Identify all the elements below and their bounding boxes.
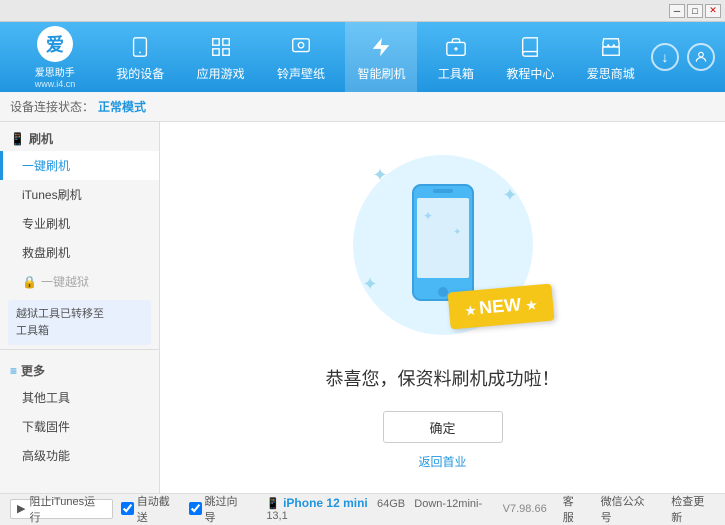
device-name: iPhone 12 mini bbox=[283, 496, 368, 510]
tools-icon bbox=[442, 33, 470, 61]
nav-item-ringtone[interactable]: 铃声壁纸 bbox=[265, 22, 337, 92]
svg-text:✦: ✦ bbox=[453, 227, 461, 238]
download-button[interactable]: ↓ bbox=[651, 43, 679, 71]
sidebar-item-one-click-flash[interactable]: 一键刷机 bbox=[0, 151, 159, 180]
music-icon bbox=[287, 33, 315, 61]
sparkle-3: ✦ bbox=[363, 274, 378, 295]
minimize-button[interactable]: ─ bbox=[669, 4, 685, 18]
auto-send-checkbox[interactable]: 自动截送 bbox=[121, 493, 181, 525]
version-text: V7.98.66 bbox=[503, 503, 547, 515]
customer-service-link[interactable]: 客服 bbox=[563, 493, 585, 525]
sidebar-item-itunes-flash[interactable]: iTunes刷机 bbox=[0, 180, 159, 209]
success-message: 恭喜您，保资料刷机成功啦！ bbox=[326, 365, 560, 391]
device-storage-val: 64GB bbox=[377, 498, 405, 510]
itunes-button[interactable]: ▶ 阻止iTunes运行 bbox=[10, 499, 113, 519]
top-nav: 爱 爱思助手 www.i4.cn 我的设备 应用游戏 铃声壁纸 bbox=[0, 22, 725, 92]
lock-icon: 🔒 bbox=[22, 275, 37, 289]
skip-wizard-input[interactable] bbox=[189, 502, 202, 515]
skip-wizard-checkbox[interactable]: 跳过向导 bbox=[189, 493, 249, 525]
new-badge: NEW bbox=[447, 284, 554, 330]
close-button[interactable]: ✕ bbox=[705, 4, 721, 18]
sidebar-item-download-firmware[interactable]: 下载固件 bbox=[0, 412, 159, 441]
nav-items: 我的设备 应用游戏 铃声壁纸 智能刷机 工具箱 bbox=[100, 22, 651, 92]
grid-icon bbox=[207, 33, 235, 61]
user-button[interactable] bbox=[687, 43, 715, 71]
sidebar-notice: 越狱工具已转移至工具箱 bbox=[8, 300, 151, 345]
status-value: 正常模式 bbox=[98, 98, 146, 115]
device-info: 📱 iPhone 12 mini 64GB Down-12mini-13,1 bbox=[266, 496, 502, 522]
bottom-right: V7.98.66 客服 微信公众号 检查更新 bbox=[503, 493, 715, 525]
nav-item-store[interactable]: 爱思商城 bbox=[575, 22, 647, 92]
content-area: ✦ ✦ ✦ ✦ ✦ NEW 恭喜您，保资料刷机成功啦！ 确定 返回首业 bbox=[160, 122, 725, 493]
phone-icon bbox=[126, 33, 154, 61]
flash-icon bbox=[367, 33, 395, 61]
sparkle-2: ✦ bbox=[502, 185, 517, 206]
title-bar: ─ □ ✕ bbox=[0, 0, 725, 22]
status-label: 设备连接状态： bbox=[10, 98, 94, 115]
maximize-button[interactable]: □ bbox=[687, 4, 703, 18]
nav-item-my-device[interactable]: 我的设备 bbox=[104, 22, 176, 92]
sidebar-section-more: ≡ 更多 bbox=[0, 354, 159, 383]
nav-item-tutorial[interactable]: 教程中心 bbox=[494, 22, 566, 92]
bottom-left: ▶ 阻止iTunes运行 自动截送 跳过向导 📱 iPhone 12 mini … bbox=[10, 493, 503, 525]
book-icon bbox=[516, 33, 544, 61]
logo-icon: 爱 bbox=[37, 26, 73, 62]
check-update-link[interactable]: 检查更新 bbox=[671, 493, 715, 525]
nav-item-toolbox[interactable]: 工具箱 bbox=[426, 22, 486, 92]
sidebar-item-pro-flash[interactable]: 专业刷机 bbox=[0, 209, 159, 238]
sidebar-item-save-flash[interactable]: 救盘刷机 bbox=[0, 238, 159, 267]
return-link[interactable]: 返回首业 bbox=[418, 453, 466, 470]
sidebar-divider bbox=[0, 349, 159, 350]
sidebar-item-advanced[interactable]: 高级功能 bbox=[0, 441, 159, 470]
flash-section-icon: 📱 bbox=[10, 132, 25, 146]
auto-send-input[interactable] bbox=[121, 502, 134, 515]
device-storage bbox=[371, 498, 374, 510]
success-illustration: ✦ ✦ ✦ ✦ ✦ NEW bbox=[343, 145, 543, 345]
logo-area: 爱 爱思助手 www.i4.cn bbox=[0, 26, 100, 89]
nav-item-apps-games[interactable]: 应用游戏 bbox=[185, 22, 257, 92]
more-section-icon: ≡ bbox=[10, 364, 17, 378]
nav-right: ↓ bbox=[651, 43, 725, 71]
sparkle-1: ✦ bbox=[373, 165, 388, 186]
sidebar-item-other-tools[interactable]: 其他工具 bbox=[0, 383, 159, 412]
sidebar: 📱 刷机 一键刷机 iTunes刷机 专业刷机 救盘刷机 🔒 一键越狱 越狱工具… bbox=[0, 122, 160, 493]
wechat-link[interactable]: 微信公众号 bbox=[601, 493, 656, 525]
device-icon: 📱 bbox=[266, 498, 280, 510]
itunes-icon: ▶ bbox=[17, 502, 25, 515]
store-icon bbox=[597, 33, 625, 61]
logo-text: 爱思助手 www.i4.cn bbox=[35, 64, 76, 89]
svg-text:✦: ✦ bbox=[423, 209, 433, 223]
confirm-button[interactable]: 确定 bbox=[383, 411, 503, 443]
sidebar-item-jailbreak: 🔒 一键越狱 bbox=[0, 267, 159, 296]
status-bar: 设备连接状态： 正常模式 bbox=[0, 92, 725, 122]
main-layout: 📱 刷机 一键刷机 iTunes刷机 专业刷机 救盘刷机 🔒 一键越狱 越狱工具… bbox=[0, 122, 725, 493]
sidebar-section-flash: 📱 刷机 bbox=[0, 122, 159, 151]
device-firmware bbox=[408, 498, 411, 510]
nav-item-smart-flash[interactable]: 智能刷机 bbox=[345, 22, 417, 92]
bottom-bar: ▶ 阻止iTunes运行 自动截送 跳过向导 📱 iPhone 12 mini … bbox=[0, 493, 725, 523]
